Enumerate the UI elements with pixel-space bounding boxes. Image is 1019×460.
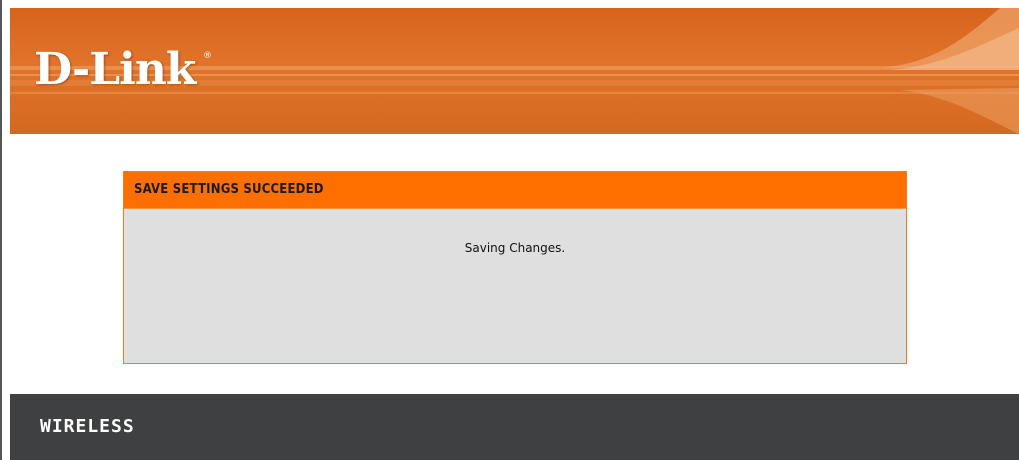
status-message: Saving Changes.: [464, 241, 566, 255]
registered-mark: ®: [203, 51, 212, 61]
dialog-title: SAVE SETTINGS SUCCEEDED: [124, 172, 906, 209]
header-banner: D-Link ®: [10, 8, 1019, 134]
save-status-dialog: SAVE SETTINGS SUCCEEDED Saving Changes.: [123, 171, 907, 364]
left-border: [0, 0, 2, 460]
footer-bar: WIRELESS: [10, 394, 1019, 460]
dlink-logo: D-Link: [34, 44, 196, 95]
footer-wireless-label: WIRELESS: [40, 416, 135, 437]
dialog-body: Saving Changes.: [124, 209, 906, 255]
page: D-Link ® SAVE SETTINGS SUCCEEDED Saving …: [0, 0, 1019, 460]
